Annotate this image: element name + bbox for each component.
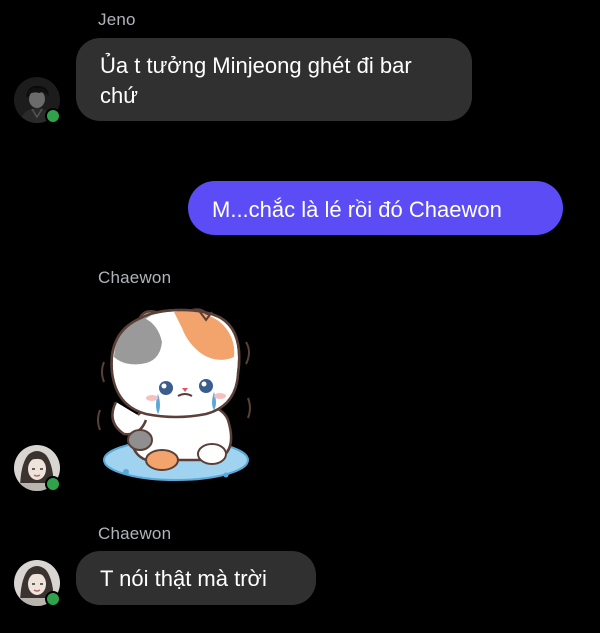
avatar-chaewon[interactable] (14, 445, 61, 492)
avatar-jeno[interactable] (14, 77, 61, 124)
message-bubble-outgoing[interactable]: M...chắc là lé rồi đó Chaewon (188, 181, 563, 235)
online-status-icon (45, 108, 61, 124)
message-text-line: chứ (100, 83, 138, 108)
online-status-icon (45, 476, 61, 492)
message-text-line: Ủa t tưởng Minjeong ghét đi bar (100, 53, 412, 78)
crying-cat-icon (97, 308, 251, 481)
message-bubble-jeno[interactable]: Ủa t tưởng Minjeong ghét đi bar chứ (76, 38, 472, 121)
message-bubble-chaewon[interactable]: T nói thật mà trời (76, 551, 316, 605)
sender-name-chaewon: Chaewon (98, 524, 172, 543)
crying-cat-sticker[interactable] (96, 302, 256, 492)
sender-name-jeno: Jeno (98, 10, 136, 29)
sender-name-chaewon: Chaewon (98, 268, 172, 287)
online-status-icon (45, 591, 61, 607)
avatar-chaewon[interactable] (14, 560, 61, 607)
